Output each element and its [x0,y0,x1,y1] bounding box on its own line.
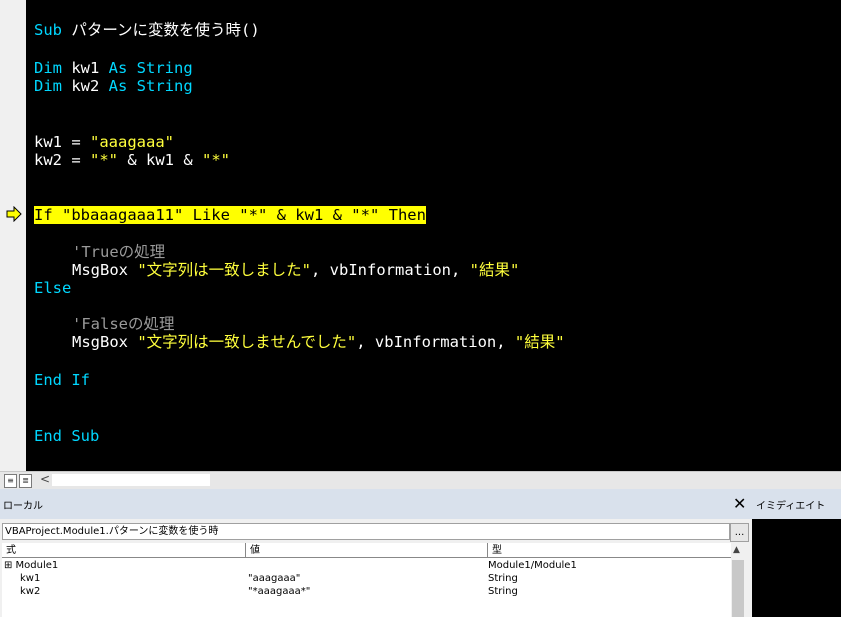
locals-header: ローカル ✕ [0,489,752,519]
scrollbar-thumb[interactable] [732,560,744,617]
locals-row-expr[interactable]: kw2 [20,585,40,599]
column-header-type[interactable]: 型 [488,543,731,558]
procedure-view-icon[interactable]: ≡ [4,474,17,488]
code-line: Else [34,279,72,297]
code-line: kw1 = "aaagaaa" [34,133,174,151]
code-line-current: If "bbaaagaaa11" Like "*" & kw1 & "*" Th… [34,206,426,224]
locals-row-type: Module1/Module1 [488,560,577,571]
code-line: End If [34,371,90,389]
immediate-header: イミディエイト [752,489,841,519]
call-stack-button[interactable]: ... [730,523,749,542]
close-icon[interactable]: ✕ [733,494,746,513]
scroll-left-icon[interactable]: < [40,472,50,486]
immediate-window[interactable] [752,519,841,617]
scroll-up-icon[interactable]: ▲ [733,545,740,555]
locals-grid: 式 値 型 ⊞ Module1 Module1/Module1 kw1 "aaa… [2,543,731,617]
code-line: MsgBox "文字列は一致しました", vbInformation, "結果" [72,261,520,279]
code-line: 'Falseの処理 [72,315,175,333]
locals-row-type: String [488,573,518,584]
column-header-expression[interactable]: 式 [2,543,246,558]
immediate-title: イミディエイト [756,501,826,512]
full-module-view-icon[interactable]: ≣ [19,474,32,488]
locals-context: VBAProject.Module1.パターンに変数を使う時 [2,523,730,540]
code-window-bottom-bar: ≡ ≣ < [0,471,841,489]
locals-row-expr[interactable]: ⊞ Module1 [4,559,58,573]
locals-title: ローカル [3,501,43,512]
code-line: 'Trueの処理 [72,243,166,261]
horizontal-scrollbar[interactable] [52,474,210,486]
execution-pointer-icon [6,206,22,222]
code-line: kw2 = "*" & kw1 & "*" [34,151,230,169]
code-line: Dim kw1 As String [34,59,193,77]
code-line: Sub パターンに変数を使う時() [34,21,260,39]
code-line: MsgBox "文字列は一致しませんでした", vbInformation, "… [72,333,565,351]
locals-row-value[interactable]: "aaagaaa" [248,572,300,586]
code-line: Dim kw2 As String [34,77,193,95]
locals-row-type: String [488,586,518,597]
code-editor[interactable]: Sub パターンに変数を使う時() Dim kw1 As String Dim … [26,0,841,471]
column-header-value[interactable]: 値 [246,543,488,558]
code-margin[interactable] [0,0,26,471]
code-line: End Sub [34,427,100,445]
locals-row-expr[interactable]: kw1 [20,572,40,586]
vertical-scrollbar[interactable]: ▲ [731,543,745,617]
locals-row-value[interactable]: "*aaagaaa*" [248,585,310,599]
